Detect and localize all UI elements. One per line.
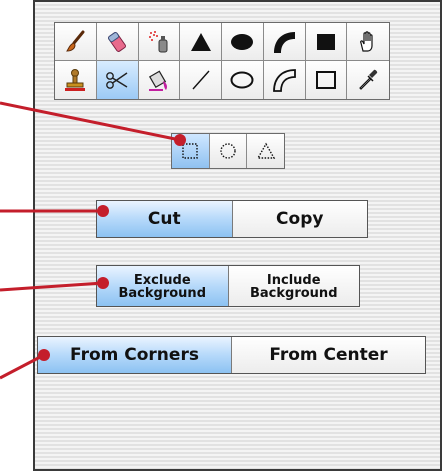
scissors-icon <box>106 72 128 89</box>
triangle-marquee-button[interactable] <box>247 134 285 168</box>
eraser-tool[interactable] <box>96 23 139 61</box>
from-corners-button[interactable]: From Corners <box>38 337 232 373</box>
rectangle-marquee-button[interactable] <box>172 134 210 168</box>
triangle-filled-icon <box>190 32 211 51</box>
triangle-filled-tool[interactable] <box>180 23 222 61</box>
rectangle-outline-tool[interactable] <box>305 61 348 99</box>
ellipse-filled-tool[interactable] <box>222 23 264 61</box>
cut-button[interactable]: Cut <box>97 201 233 237</box>
eraser-icon <box>108 31 127 52</box>
paint-bucket-icon <box>148 70 167 91</box>
include-background-line1: Include <box>266 272 321 288</box>
arc-filled-icon <box>274 31 296 53</box>
triangle-marquee-icon <box>256 142 275 159</box>
line-tool[interactable] <box>180 61 222 99</box>
ellipse-outline-icon <box>230 71 254 89</box>
arc-filled-tool[interactable] <box>263 23 306 61</box>
ellipse-marquee-icon <box>220 143 236 159</box>
eyedropper-icon <box>359 69 378 90</box>
arc-outline-icon <box>273 69 297 92</box>
hand-tool[interactable] <box>347 23 389 61</box>
cut-copy-segmented-control: Cut Copy <box>96 200 368 238</box>
from-center-button[interactable]: From Center <box>232 337 425 373</box>
eyedropper-tool[interactable] <box>347 61 389 99</box>
ellipse-outline-tool[interactable] <box>222 61 264 99</box>
copy-button[interactable]: Copy <box>232 201 367 237</box>
arc-outline-tool[interactable] <box>263 61 306 99</box>
hand-icon <box>360 30 373 52</box>
line-icon <box>192 70 210 90</box>
rectangle-marquee-icon <box>182 143 199 159</box>
stamp-icon <box>65 69 86 91</box>
spray-can-icon <box>148 30 168 52</box>
tool-grid <box>54 22 390 100</box>
ellipse-marquee-button[interactable] <box>209 134 248 168</box>
exclude-background-line2: Background <box>118 285 207 301</box>
origin-mode-segmented-control: From Corners From Center <box>37 336 426 374</box>
paintbrush-tool[interactable] <box>55 23 97 61</box>
paint-bucket-tool[interactable] <box>138 61 181 99</box>
stamp-tool[interactable] <box>55 61 97 99</box>
exclude-background-button[interactable]: Exclude Background <box>97 266 229 306</box>
rectangle-filled-tool[interactable] <box>305 23 348 61</box>
spray-can-tool[interactable] <box>138 23 181 61</box>
exclude-background-line1: Exclude <box>133 272 191 288</box>
paintbrush-icon <box>66 30 85 52</box>
include-background-line2: Background <box>250 285 338 301</box>
scissors-tool[interactable] <box>96 61 139 99</box>
selection-shape-group <box>171 133 285 169</box>
background-mode-segmented-control: Exclude Background Include Background <box>96 265 360 307</box>
ellipse-filled-icon <box>231 33 254 50</box>
include-background-button[interactable]: Include Background <box>228 266 359 306</box>
rectangle-filled-icon <box>316 33 335 50</box>
rectangle-outline-icon <box>315 71 336 89</box>
